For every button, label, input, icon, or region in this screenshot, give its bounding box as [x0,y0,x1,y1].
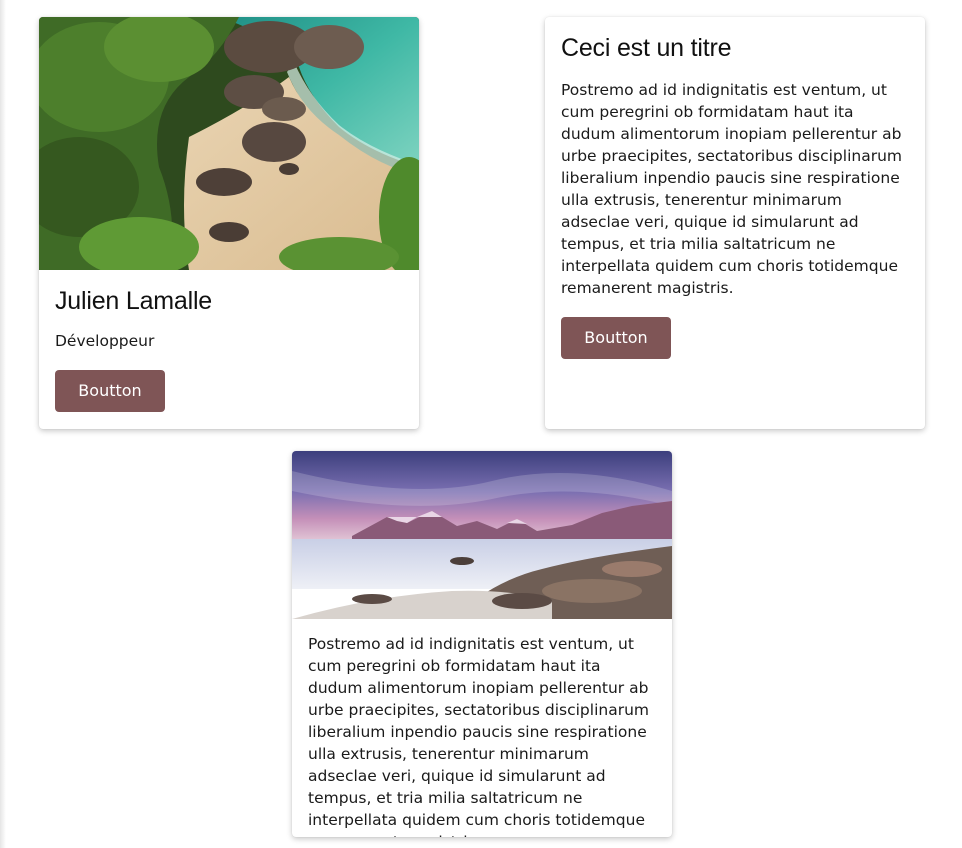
image-text-card: Postremo ad id indignitatis est ventum, … [292,451,672,837]
text-card-button[interactable]: Boutton [561,317,671,359]
beach-cove-image [39,17,419,270]
lake-mountains-image [292,451,672,619]
card-title: Julien Lamalle [55,287,213,315]
card-title: Ceci est un titre [561,34,732,62]
text-card: Ceci est un titre Postremo ad id indigni… [545,17,925,429]
profile-card-button[interactable]: Boutton [55,370,165,412]
profile-card: Julien Lamalle Développeur Boutton [39,17,419,429]
card-subtitle: Développeur [55,332,155,350]
page-edge-shadow [0,0,6,848]
card-text: Postremo ad id indignitatis est ventum, … [308,635,649,837]
card-text: Postremo ad id indignitatis est ventum, … [561,81,902,297]
